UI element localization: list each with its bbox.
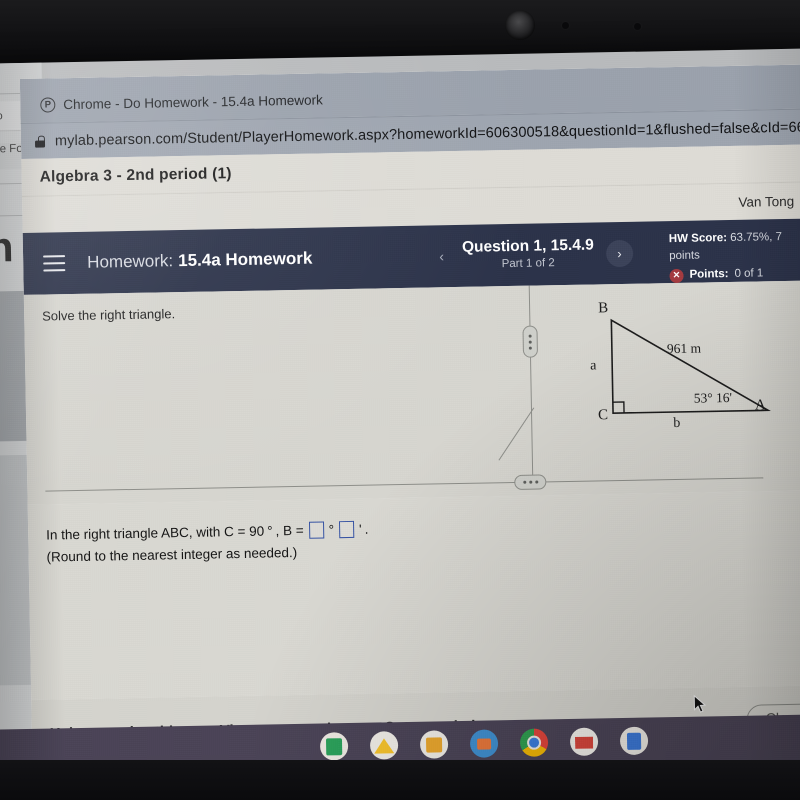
x-circle-icon: ✕ xyxy=(669,268,684,283)
classroom-icon[interactable] xyxy=(469,729,499,758)
browser-tab-title: Chrome - Do Homework - 15.4a Homework xyxy=(63,91,323,112)
photo-of-laptop-screen: o sage Fo th P Chrome - Do Homework - 15… xyxy=(0,0,800,800)
drive-icon[interactable] xyxy=(369,731,399,760)
laptop-screen: o sage Fo th P Chrome - Do Homework - 15… xyxy=(0,48,800,776)
course-title: Algebra 3 - 2nd period (1) xyxy=(39,164,232,186)
sheets-icon[interactable] xyxy=(319,732,349,761)
hw-score-value: 63.75%, 7 xyxy=(730,231,783,244)
figure-vertex-b: B xyxy=(597,300,609,317)
answer-text-part2: , B = xyxy=(275,522,304,539)
figure-leg-a: a xyxy=(590,358,597,374)
hw-score-units: points xyxy=(669,249,700,262)
question-body: Solve the right triangle. B C A a b 961 … xyxy=(23,280,800,505)
chevron-left-icon[interactable]: ‹ xyxy=(433,248,450,265)
sensor-dot-icon xyxy=(562,22,569,29)
answer-statement: In the right triangle ABC, with C = 90 °,… xyxy=(46,520,369,544)
question-title: Question 1, 15.4.9 xyxy=(461,236,594,257)
right-triangle-abc-figure: B C A a b 961 m 53° 16' xyxy=(554,289,800,464)
question-prompt: Solve the right triangle. xyxy=(42,306,176,324)
horizontal-drag-handle-icon[interactable] xyxy=(514,474,547,490)
figure-angle-a-label: 53° 16' xyxy=(693,389,733,406)
question-navigation: ‹ Question 1, 15.4.9 Part 1 of 2 › xyxy=(433,222,634,288)
gmail-icon[interactable] xyxy=(569,727,599,756)
chevron-right-icon[interactable]: › xyxy=(605,239,634,267)
chrome-circle-icon: P xyxy=(40,96,56,113)
answer-minutes-input[interactable] xyxy=(338,520,355,539)
answer-degree-symbol: ° xyxy=(267,523,273,539)
chrome-icon[interactable] xyxy=(519,728,549,757)
leader-line xyxy=(498,407,535,461)
hamburger-menu-icon[interactable] xyxy=(43,255,66,272)
figure-leg-b: b xyxy=(673,415,681,432)
webcam-icon xyxy=(505,10,535,40)
answer-minutes-unit: ' xyxy=(358,521,362,537)
mouse-cursor-icon xyxy=(693,694,707,713)
docs-icon[interactable] xyxy=(619,726,649,756)
answer-text-end: . xyxy=(364,521,369,537)
question-part: Part 1 of 2 xyxy=(501,257,555,271)
answer-area: In the right triangle ABC, with C = 90 °,… xyxy=(27,490,800,713)
figure-vertex-a: A xyxy=(754,397,766,414)
homework-label: Homework: xyxy=(87,251,174,272)
vertical-drag-handle-icon[interactable] xyxy=(522,325,539,358)
homework-title: Homework: 15.4a Homework xyxy=(87,249,312,273)
chrome-browser-window: P Chrome - Do Homework - 15.4a Homework … xyxy=(19,64,800,775)
laptop-deck xyxy=(0,760,800,800)
figure-vertex-c: C xyxy=(597,407,609,424)
answer-text-part1: In the right triangle ABC, with C = 90 xyxy=(46,523,265,543)
horizontal-splitter xyxy=(45,477,764,492)
points-value: 0 of 1 xyxy=(734,267,764,281)
browser-tab[interactable]: P Chrome - Do Homework - 15.4a Homework xyxy=(25,81,338,123)
hw-score-label: HW Score: xyxy=(668,232,728,246)
figure-hypotenuse-label: 961 m xyxy=(666,340,702,357)
user-name[interactable]: Van Tong xyxy=(738,193,794,209)
question-indicator: Question 1, 15.4.9 Part 1 of 2 xyxy=(462,237,594,272)
omnibox-url: mylab.pearson.com/Student/PlayerHomework… xyxy=(54,119,800,149)
slides-icon[interactable] xyxy=(419,730,449,759)
hw-score-panel: HW Score: 63.75%, 7 points ✕ Points: 0 o… xyxy=(669,228,800,284)
sensor-dot-icon xyxy=(634,23,641,30)
homework-name: 15.4a Homework xyxy=(177,248,313,271)
hw-score-line: HW Score: 63.75%, 7 xyxy=(669,228,800,247)
rounding-note: (Round to the nearest integer as needed.… xyxy=(46,544,298,565)
background-window-url: o xyxy=(0,109,3,122)
answer-degrees-input[interactable] xyxy=(308,521,324,539)
answer-degrees-unit: ° xyxy=(328,522,335,538)
lock-icon xyxy=(35,135,45,147)
